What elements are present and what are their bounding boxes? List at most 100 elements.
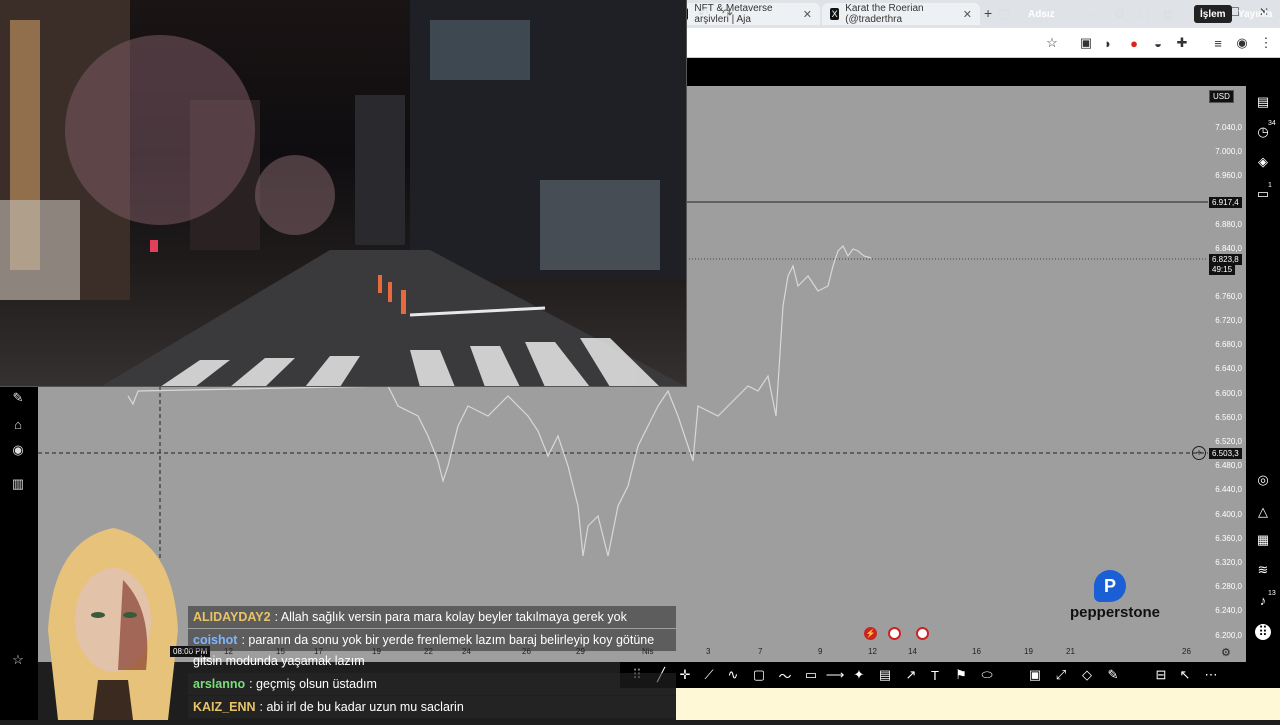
left-eye: [91, 612, 105, 618]
price-axis[interactable]: USD 7.040,0 7.000,0 6.960,0 6.917,4 6.88…: [1208, 86, 1246, 662]
streamer-avatar: [38, 520, 188, 720]
fullscreen-icon[interactable]: ⛶: [1140, 0, 1149, 28]
favorites-star-icon[interactable]: ☆: [10, 652, 26, 668]
new-tab-button[interactable]: +: [984, 5, 992, 21]
eye-icon[interactable]: ◉: [10, 442, 26, 458]
price-label: 6.560,0: [1215, 413, 1242, 422]
callout-icon[interactable]: ▭: [802, 666, 820, 684]
event-marker-lightning-icon[interactable]: ⚡: [864, 627, 877, 640]
streams-icon[interactable]: ≋: [1255, 562, 1271, 578]
price-label: 6.440,0: [1215, 485, 1242, 494]
right-eye: [123, 612, 137, 618]
x-logo-icon: X: [830, 8, 840, 20]
extension-incognito-icon[interactable]: ◒: [1150, 35, 1166, 51]
date-label: 14: [908, 647, 917, 656]
chat-text: : paranın da sonu yok bir yerde frenleme…: [241, 633, 655, 647]
price-label: 6.280,0: [1215, 582, 1242, 591]
chat-message: coishot : paranın da sonu yok bir yerde …: [188, 629, 676, 651]
arrow-icon[interactable]: ↗: [902, 666, 920, 684]
extension-audio-icon[interactable]: ◗: [1100, 35, 1116, 51]
red-signal-light: [150, 240, 158, 252]
target-icon[interactable]: ◎: [1255, 472, 1271, 488]
lock-icon[interactable]: ⌂: [10, 416, 26, 432]
ideas-icon[interactable]: △: [1255, 504, 1271, 520]
price-label: 6.600,0: [1215, 389, 1242, 398]
chat-text: : geçmiş olsun üstadım: [249, 677, 377, 691]
price-label: 6.520,0: [1215, 437, 1242, 446]
pepperstone-logo: P pepperstone: [1060, 570, 1170, 626]
close-icon[interactable]: ✕: [803, 8, 812, 21]
position-icon[interactable]: ▤: [876, 666, 894, 684]
price-label: 7.000,0: [1215, 147, 1242, 156]
chevron-down-icon[interactable]: ⌄: [1064, 0, 1072, 28]
chat-text: : Allah sağlık versin para mara kolay be…: [274, 610, 627, 624]
chat-text: : abi irl de bu kadar uzun mu saclarin: [259, 700, 464, 714]
measure-icon[interactable]: ⤢: [1052, 666, 1070, 684]
trash-icon[interactable]: ▥: [10, 476, 26, 492]
date-label: 3: [706, 647, 711, 656]
cursor-icon[interactable]: ↖: [1176, 666, 1194, 684]
flag-icon[interactable]: ⚑: [952, 666, 970, 684]
date-label: 9: [818, 647, 823, 656]
browser-menu-icon[interactable]: ⋮: [1258, 35, 1274, 51]
layout-name[interactable]: Adsız: [1028, 0, 1055, 28]
horizontal-ray-icon[interactable]: ⟶: [826, 666, 845, 684]
event-marker-us-flag-icon[interactable]: [888, 627, 901, 640]
event-marker-us-flag-icon[interactable]: [916, 627, 929, 640]
axis-settings-gear-icon[interactable]: ⚙: [1221, 646, 1231, 659]
redo-icon[interactable]: ↷: [722, 0, 733, 28]
more-tools-icon[interactable]: ⋯: [1202, 666, 1220, 684]
path-icon[interactable]: 〜: [776, 666, 794, 684]
undo-icon[interactable]: ↶: [698, 0, 709, 28]
profile-avatar[interactable]: ◉: [1234, 35, 1250, 51]
right-sidebar: ▤ ◷ 34 ◈ ▭ 1 ◎ △ ▦ ≋ ♪ 13 ⠿: [1246, 86, 1280, 662]
close-icon[interactable]: ✕: [963, 8, 972, 21]
brush-icon[interactable]: ∿: [724, 666, 742, 684]
watchlist-icon[interactable]: ▤: [1255, 94, 1271, 110]
tab-karat-roerian[interactable]: X Karat the Roerian (@traderthra ✕: [822, 3, 980, 25]
chat-username: arslanno: [193, 677, 246, 691]
trade-button[interactable]: İşlem: [1194, 5, 1232, 23]
publish-button[interactable]: Yayınla: [1238, 0, 1272, 28]
currency-selector[interactable]: USD: [1209, 90, 1234, 103]
price-label: 6.840,0: [1215, 244, 1242, 253]
pattern-icon[interactable]: ✦: [850, 666, 868, 684]
screenshot-camera-icon[interactable]: ◘: [1164, 0, 1172, 28]
rectangle-icon[interactable]: ▢: [750, 666, 768, 684]
irl-video-overlay: [0, 0, 687, 387]
reading-list-icon[interactable]: ≡: [1210, 35, 1226, 51]
alerts-count: 34: [1268, 120, 1276, 127]
apps-grid-icon[interactable]: ⠿: [1255, 624, 1271, 640]
quick-search-icon[interactable]: ⌕: [1088, 0, 1095, 28]
ruler-icon[interactable]: ⊟: [1152, 666, 1170, 684]
notifications-count: 13: [1268, 590, 1276, 597]
ellipse-icon[interactable]: ⬭: [978, 666, 996, 684]
extension-red-icon[interactable]: ●: [1126, 35, 1142, 51]
chat-text: gitsin modunda yaşamak lazım: [193, 654, 365, 668]
price-label: 6.200,0: [1215, 631, 1242, 640]
layers-icon[interactable]: ◈: [1255, 154, 1271, 170]
tab-label: Karat the Roerian (@traderthra: [845, 3, 924, 25]
text-icon[interactable]: T: [926, 666, 944, 684]
chat-message: ALIDAYDAY2 : Allah sağlık versin para ma…: [188, 606, 676, 628]
image-icon[interactable]: ▣: [1026, 666, 1044, 684]
extension-cast-icon[interactable]: ▣: [1078, 35, 1094, 51]
pencil-ruler-icon[interactable]: ✎: [10, 390, 26, 406]
layout-icon[interactable]: ▢: [998, 0, 1010, 28]
date-label: 12: [868, 647, 877, 656]
pen-icon[interactable]: ✎: [1104, 666, 1122, 684]
extensions-puzzle-icon[interactable]: ✚: [1174, 35, 1190, 51]
price-label: 6.960,0: [1215, 171, 1242, 180]
eraser-icon[interactable]: ◇: [1078, 666, 1096, 684]
calendar-icon[interactable]: ▦: [1255, 532, 1271, 548]
add-alert-plus-icon[interactable]: +: [1192, 446, 1206, 460]
settings-gear-icon[interactable]: ⚙: [1114, 0, 1126, 28]
crosshair-tool-icon[interactable]: ✛: [676, 666, 694, 684]
far-building: [355, 95, 405, 245]
tab-nft-metaverse[interactable]: ▪ NFT & Metaverse arşivleri | Aja ✕: [672, 3, 820, 25]
fib-tool-icon[interactable]: ⟋: [700, 666, 718, 684]
collar: [93, 680, 133, 720]
bookmark-star-icon[interactable]: ☆: [1044, 35, 1060, 51]
chat-message: arslanno : geçmiş olsun üstadım: [188, 673, 676, 695]
chat-message: KAIZ_ENN : abi irl de bu kadar uzun mu s…: [188, 696, 676, 718]
